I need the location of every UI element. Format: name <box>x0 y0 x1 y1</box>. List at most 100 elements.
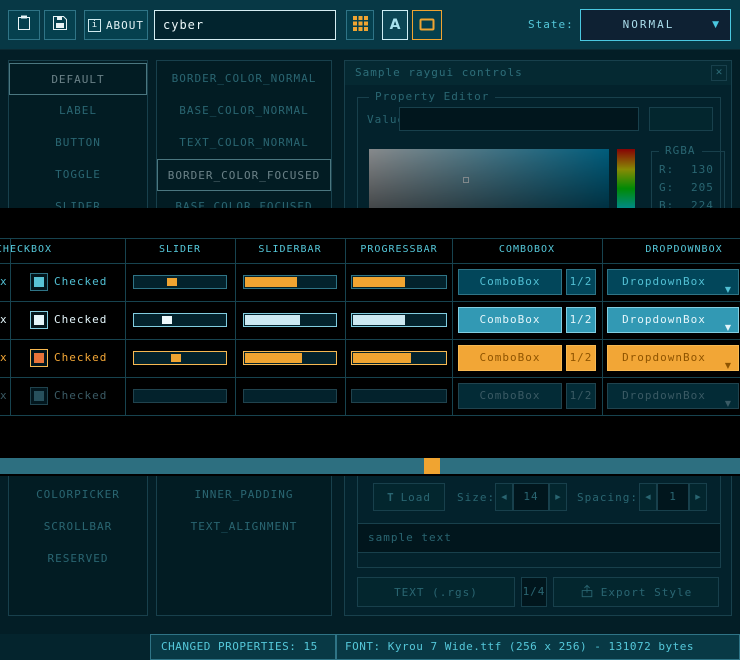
grid-line <box>0 415 740 416</box>
font-status: FONT: Kyrou 7 Wide.ttf (256 x 256) - 131… <box>336 634 740 660</box>
sliderbar[interactable] <box>243 275 337 289</box>
progressbar-fill <box>353 353 411 363</box>
sliderbar-fill <box>245 315 300 325</box>
grid-line <box>0 339 740 340</box>
dropdownbox-label: DropdownBox <box>622 389 706 402</box>
dropdownbox-label: DropdownBox <box>622 275 706 288</box>
clipboard-icon <box>15 14 33 36</box>
controls-preview-button[interactable] <box>412 10 442 40</box>
combobox-button[interactable]: ComboBox <box>458 307 562 333</box>
status-bar: CHANGED PROPERTIES: 15 FONT: Kyrou 7 Wid… <box>0 634 740 660</box>
combobox-button[interactable]: ComboBox <box>458 345 562 371</box>
grid-line <box>345 238 346 416</box>
progressbar <box>351 275 447 289</box>
checkbox-label: Checked <box>54 349 107 367</box>
slider-handle[interactable] <box>162 316 172 324</box>
state-dropdown[interactable]: NORMAL ▼ <box>580 9 731 41</box>
grid-line <box>10 238 11 416</box>
combobox-counter[interactable]: 1/2 <box>566 269 596 295</box>
dropdownbox[interactable]: DropdownBox ▼ <box>607 307 739 333</box>
checkbox-check <box>34 353 44 363</box>
checkbox[interactable] <box>30 349 48 367</box>
checkbox-check <box>34 277 44 287</box>
about-button-label: ABOUT <box>106 19 144 32</box>
grid-line <box>0 377 740 378</box>
dropdownbox[interactable]: DropdownBox ▼ <box>607 345 739 371</box>
chevron-down-icon: ▼ <box>712 20 721 30</box>
checkbox[interactable] <box>30 387 48 405</box>
checkbox-label: Checked <box>54 311 107 329</box>
grid-line <box>0 263 740 264</box>
table-scroll-handle[interactable] <box>424 458 440 474</box>
grid-line <box>452 238 453 416</box>
checkbox-label: Checked <box>54 273 107 291</box>
style-table-overlay: CHECKBOX SLIDER SLIDERBAR PROGRESSBAR CO… <box>0 208 740 476</box>
slider[interactable] <box>133 351 227 365</box>
grid-line <box>0 301 740 302</box>
dropdownbox-label: DropdownBox <box>622 313 706 326</box>
table-header-checkbox: CHECKBOX <box>0 244 52 255</box>
combobox-counter[interactable]: 1/2 <box>566 345 596 371</box>
slider-handle[interactable] <box>167 278 177 286</box>
clipped-text: x <box>0 313 8 327</box>
sliderbar-fill <box>245 277 297 287</box>
clipped-text: x <box>0 389 8 403</box>
dropdownbox-label: DropdownBox <box>622 351 706 364</box>
slider[interactable] <box>133 275 227 289</box>
about-button[interactable]: i ABOUT <box>84 10 148 40</box>
combobox-button[interactable]: ComboBox <box>458 269 562 295</box>
state-dropdown-value: NORMAL <box>581 10 730 40</box>
slider[interactable] <box>133 313 227 327</box>
style-name-input[interactable] <box>154 10 336 40</box>
progressbar <box>351 351 447 365</box>
sliderbar[interactable] <box>243 389 337 403</box>
style-table-button[interactable] <box>346 10 374 40</box>
table-header-combobox: COMBOBOX <box>499 244 555 255</box>
progressbar-fill <box>353 277 405 287</box>
combobox-counter[interactable]: 1/2 <box>566 383 596 409</box>
clipped-text: x <box>0 275 8 289</box>
info-icon: i <box>88 19 101 32</box>
dropdownbox[interactable]: DropdownBox ▼ <box>607 383 739 409</box>
chevron-down-icon: ▼ <box>725 278 732 295</box>
progressbar <box>351 313 447 327</box>
grid-line <box>235 238 236 416</box>
checkbox[interactable] <box>30 311 48 329</box>
rguistyler-app: i ABOUT A <box>0 0 740 660</box>
save-icon <box>51 14 69 36</box>
clipboard-button[interactable] <box>8 10 40 40</box>
chevron-down-icon: ▼ <box>725 354 732 371</box>
box-icon <box>419 16 435 35</box>
font-icon: A <box>390 17 401 33</box>
state-label: State: <box>528 9 574 41</box>
checkbox-check <box>34 315 44 325</box>
table-header-sliderbar: SLIDERBAR <box>258 244 321 255</box>
combobox-counter[interactable]: 1/2 <box>566 307 596 333</box>
grid-line <box>0 238 740 239</box>
grid-line <box>602 238 603 416</box>
table-header-dropdownbox: DROPDOWNBOX <box>645 244 722 255</box>
table-header-progressbar: PROGRESSBAR <box>360 244 437 255</box>
changed-properties-status: CHANGED PROPERTIES: 15 <box>150 634 336 660</box>
combobox-button[interactable]: ComboBox <box>458 383 562 409</box>
sliderbar[interactable] <box>243 313 337 327</box>
progressbar <box>351 389 447 403</box>
checkbox-label: Checked <box>54 387 107 405</box>
checkbox-check <box>34 391 44 401</box>
checkbox[interactable] <box>30 273 48 291</box>
grid-icon <box>353 16 368 35</box>
grid-line <box>125 238 126 416</box>
chevron-down-icon: ▼ <box>725 316 732 333</box>
dropdownbox[interactable]: DropdownBox ▼ <box>607 269 739 295</box>
slider[interactable] <box>133 389 227 403</box>
toolbar: i ABOUT A <box>0 0 740 50</box>
table-header-slider: SLIDER <box>159 244 201 255</box>
sliderbar[interactable] <box>243 351 337 365</box>
sliderbar-fill <box>245 353 302 363</box>
slider-handle[interactable] <box>171 354 181 362</box>
progressbar-fill <box>353 315 405 325</box>
table-scroll-slider[interactable] <box>0 458 740 474</box>
font-settings-button[interactable]: A <box>382 10 408 40</box>
save-button[interactable] <box>44 10 76 40</box>
chevron-down-icon: ▼ <box>725 392 732 409</box>
